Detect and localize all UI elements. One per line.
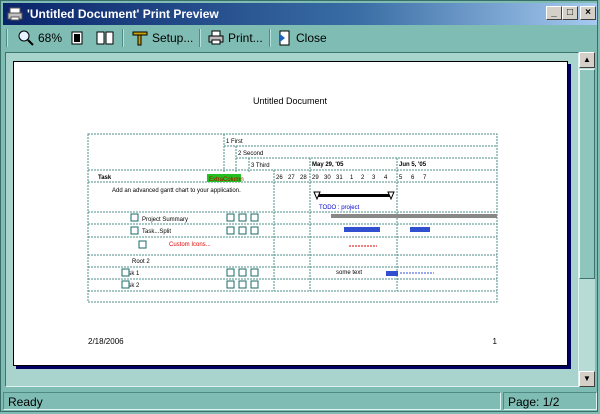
row-label: Root 2: [132, 259, 150, 265]
close-door-icon: [279, 30, 290, 46]
day: 6: [411, 175, 415, 181]
bar-label-project: TODO : project: [319, 205, 360, 211]
preview-area[interactable]: Untitled Document 1 First 2 Second 3 Thi…: [5, 52, 579, 387]
page-indicator: Page: 1/2: [503, 392, 597, 410]
print-label: Print...: [228, 31, 263, 45]
preview-page: Untitled Document 1 First 2 Second 3 Thi…: [13, 61, 568, 366]
toolbar-separator: [199, 29, 201, 47]
close-window-button[interactable]: ×: [580, 6, 596, 20]
page-content: Untitled Document 1 First 2 Second 3 Thi…: [87, 96, 498, 346]
day: 30: [324, 175, 331, 181]
level-1: 1 First: [226, 139, 243, 145]
close-label: Close: [296, 31, 327, 45]
setup-button[interactable]: Setup...: [131, 28, 193, 48]
day: 2: [361, 175, 365, 181]
printer-icon: [7, 7, 23, 21]
magnifier-icon: [18, 30, 34, 46]
setup-icon: [132, 31, 148, 46]
level-2: 2 Second: [238, 151, 263, 157]
vertical-scrollbar[interactable]: ▲ ▼: [579, 52, 595, 387]
print-button[interactable]: Print...: [207, 28, 263, 48]
day: 26: [276, 175, 283, 181]
one-page-button[interactable]: [69, 28, 85, 48]
two-pages-button[interactable]: [96, 28, 114, 48]
toolbar-separator: [269, 29, 271, 47]
print-preview-window: 'Untitled Document' Print Preview _ □ × …: [0, 0, 598, 412]
toolbar-grip: [6, 29, 8, 47]
day: 1: [350, 175, 354, 181]
minimize-button[interactable]: _: [546, 6, 562, 20]
status-bar: Ready Page: 1/2: [3, 391, 597, 411]
column-task: Task: [98, 175, 112, 181]
toolbar: 68% Setup... Print... Close: [3, 26, 597, 50]
column-extra: ExtraColumn: [209, 177, 244, 183]
title-bar[interactable]: 'Untitled Document' Print Preview _ □ ×: [3, 3, 597, 25]
scroll-up-button[interactable]: ▲: [579, 52, 595, 68]
day: 29: [312, 175, 319, 181]
day: 7: [423, 175, 427, 181]
window-title: 'Untitled Document' Print Preview: [27, 7, 219, 21]
two-pages-icon: [96, 31, 114, 45]
day: 4: [384, 175, 388, 181]
week-2: Jun 5, '05: [399, 162, 427, 168]
document-title: Untitled Document: [253, 96, 328, 106]
zoom-label: 68%: [38, 31, 63, 45]
setup-label: Setup...: [152, 31, 194, 45]
day: 28: [300, 175, 307, 181]
row-label: Add an advanced gantt chart to your appl…: [112, 188, 241, 194]
status-text: Ready: [3, 392, 501, 410]
scroll-thumb[interactable]: [579, 69, 595, 279]
day: 3: [372, 175, 376, 181]
maximize-button[interactable]: □: [562, 6, 578, 20]
row-label: Custom Icons...: [169, 242, 211, 248]
footer-date: 2/18/2006: [88, 337, 124, 346]
print-icon: [208, 30, 224, 45]
week-1: May 29, '05: [312, 162, 344, 168]
close-button[interactable]: Close: [277, 28, 327, 48]
footer-page: 1: [493, 337, 498, 346]
row-label: Project Summary: [142, 217, 188, 223]
gantt-checkboxes: [121, 213, 259, 289]
row-label: Task...Split: [142, 229, 171, 235]
day: 5: [399, 175, 403, 181]
zoom-button[interactable]: 68%: [17, 28, 62, 48]
bar-label-some-text: some text: [336, 270, 362, 276]
scroll-down-button[interactable]: ▼: [579, 371, 595, 387]
single-page-icon: [71, 31, 83, 45]
level-3: 3 Third: [251, 163, 270, 169]
day: 31: [336, 175, 343, 181]
day: 27: [288, 175, 295, 181]
toolbar-separator: [122, 29, 124, 47]
